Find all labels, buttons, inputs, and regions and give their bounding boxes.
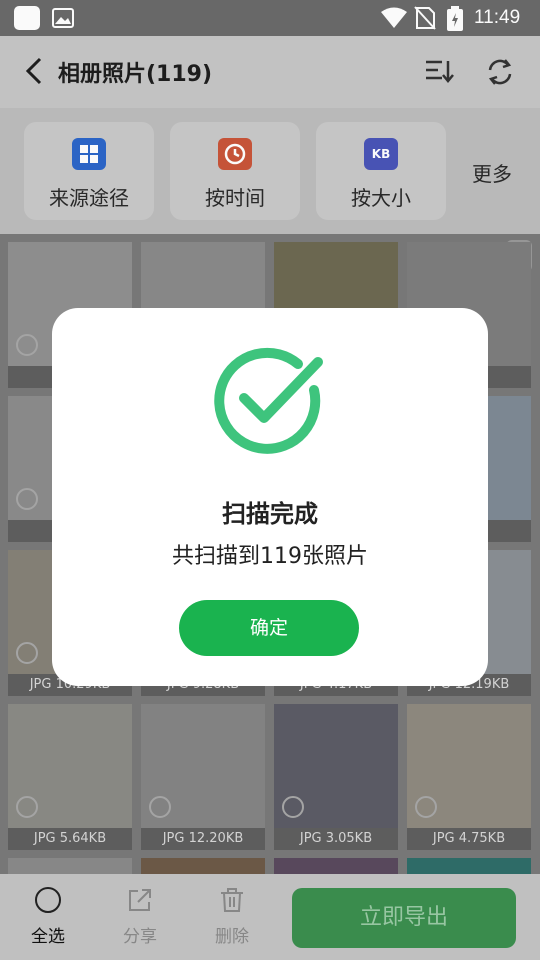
scan-complete-dialog: 扫描完成 共扫描到119张照片 确定 bbox=[52, 308, 488, 686]
success-check-icon bbox=[214, 346, 326, 462]
confirm-button[interactable]: 确定 bbox=[179, 600, 359, 656]
dialog-message: 共扫描到119张照片 bbox=[172, 544, 368, 569]
dialog-title: 扫描完成 bbox=[222, 500, 318, 528]
